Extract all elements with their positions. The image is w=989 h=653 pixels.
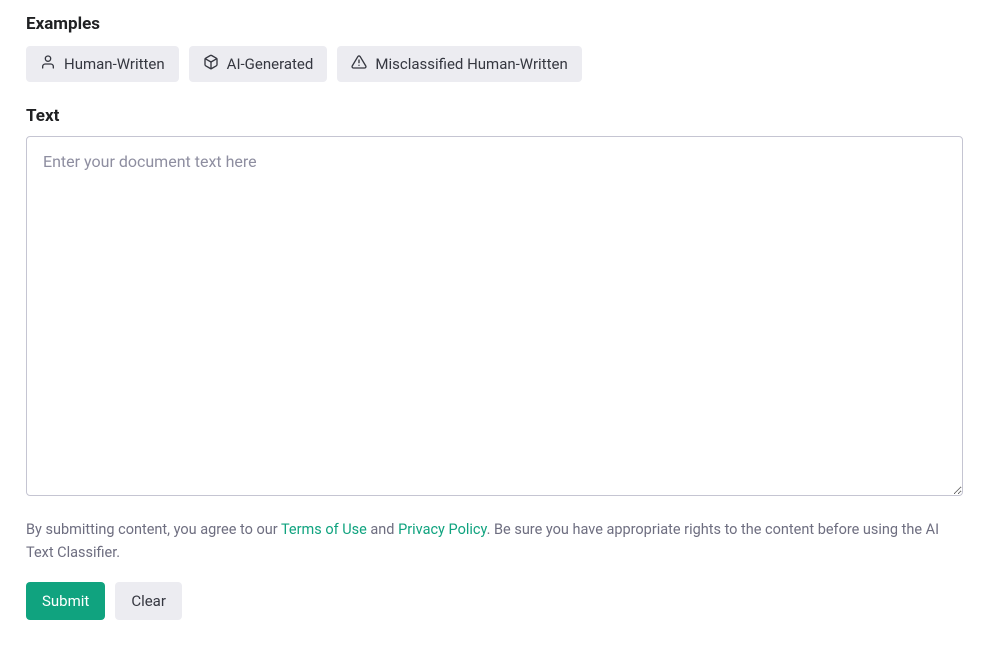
example-chip-ai-generated[interactable]: AI-Generated — [189, 46, 328, 82]
examples-section: Examples Human-Written AI-Generated — [26, 14, 963, 82]
person-icon — [40, 54, 56, 74]
document-text-input[interactable] — [26, 136, 963, 496]
text-section: Text — [26, 106, 963, 500]
disclaimer-middle: and — [367, 521, 398, 538]
chip-label: Misclassified Human-Written — [375, 55, 567, 73]
actions-row: Submit Clear — [26, 582, 963, 620]
example-chips-row: Human-Written AI-Generated Misclassifi — [26, 46, 963, 82]
privacy-policy-link[interactable]: Privacy Policy — [398, 521, 487, 538]
submit-button[interactable]: Submit — [26, 582, 105, 620]
terms-of-use-link[interactable]: Terms of Use — [281, 521, 367, 538]
chip-label: Human-Written — [64, 55, 165, 73]
chip-label: AI-Generated — [227, 55, 314, 73]
cube-icon — [203, 54, 219, 74]
warning-triangle-icon — [351, 54, 367, 74]
examples-heading: Examples — [26, 14, 963, 34]
clear-button[interactable]: Clear — [115, 582, 182, 620]
example-chip-misclassified-human-written[interactable]: Misclassified Human-Written — [337, 46, 581, 82]
disclaimer-text: By submitting content, you agree to our … — [26, 518, 963, 564]
example-chip-human-written[interactable]: Human-Written — [26, 46, 179, 82]
text-input-label: Text — [26, 106, 963, 126]
disclaimer-prefix: By submitting content, you agree to our — [26, 521, 281, 538]
